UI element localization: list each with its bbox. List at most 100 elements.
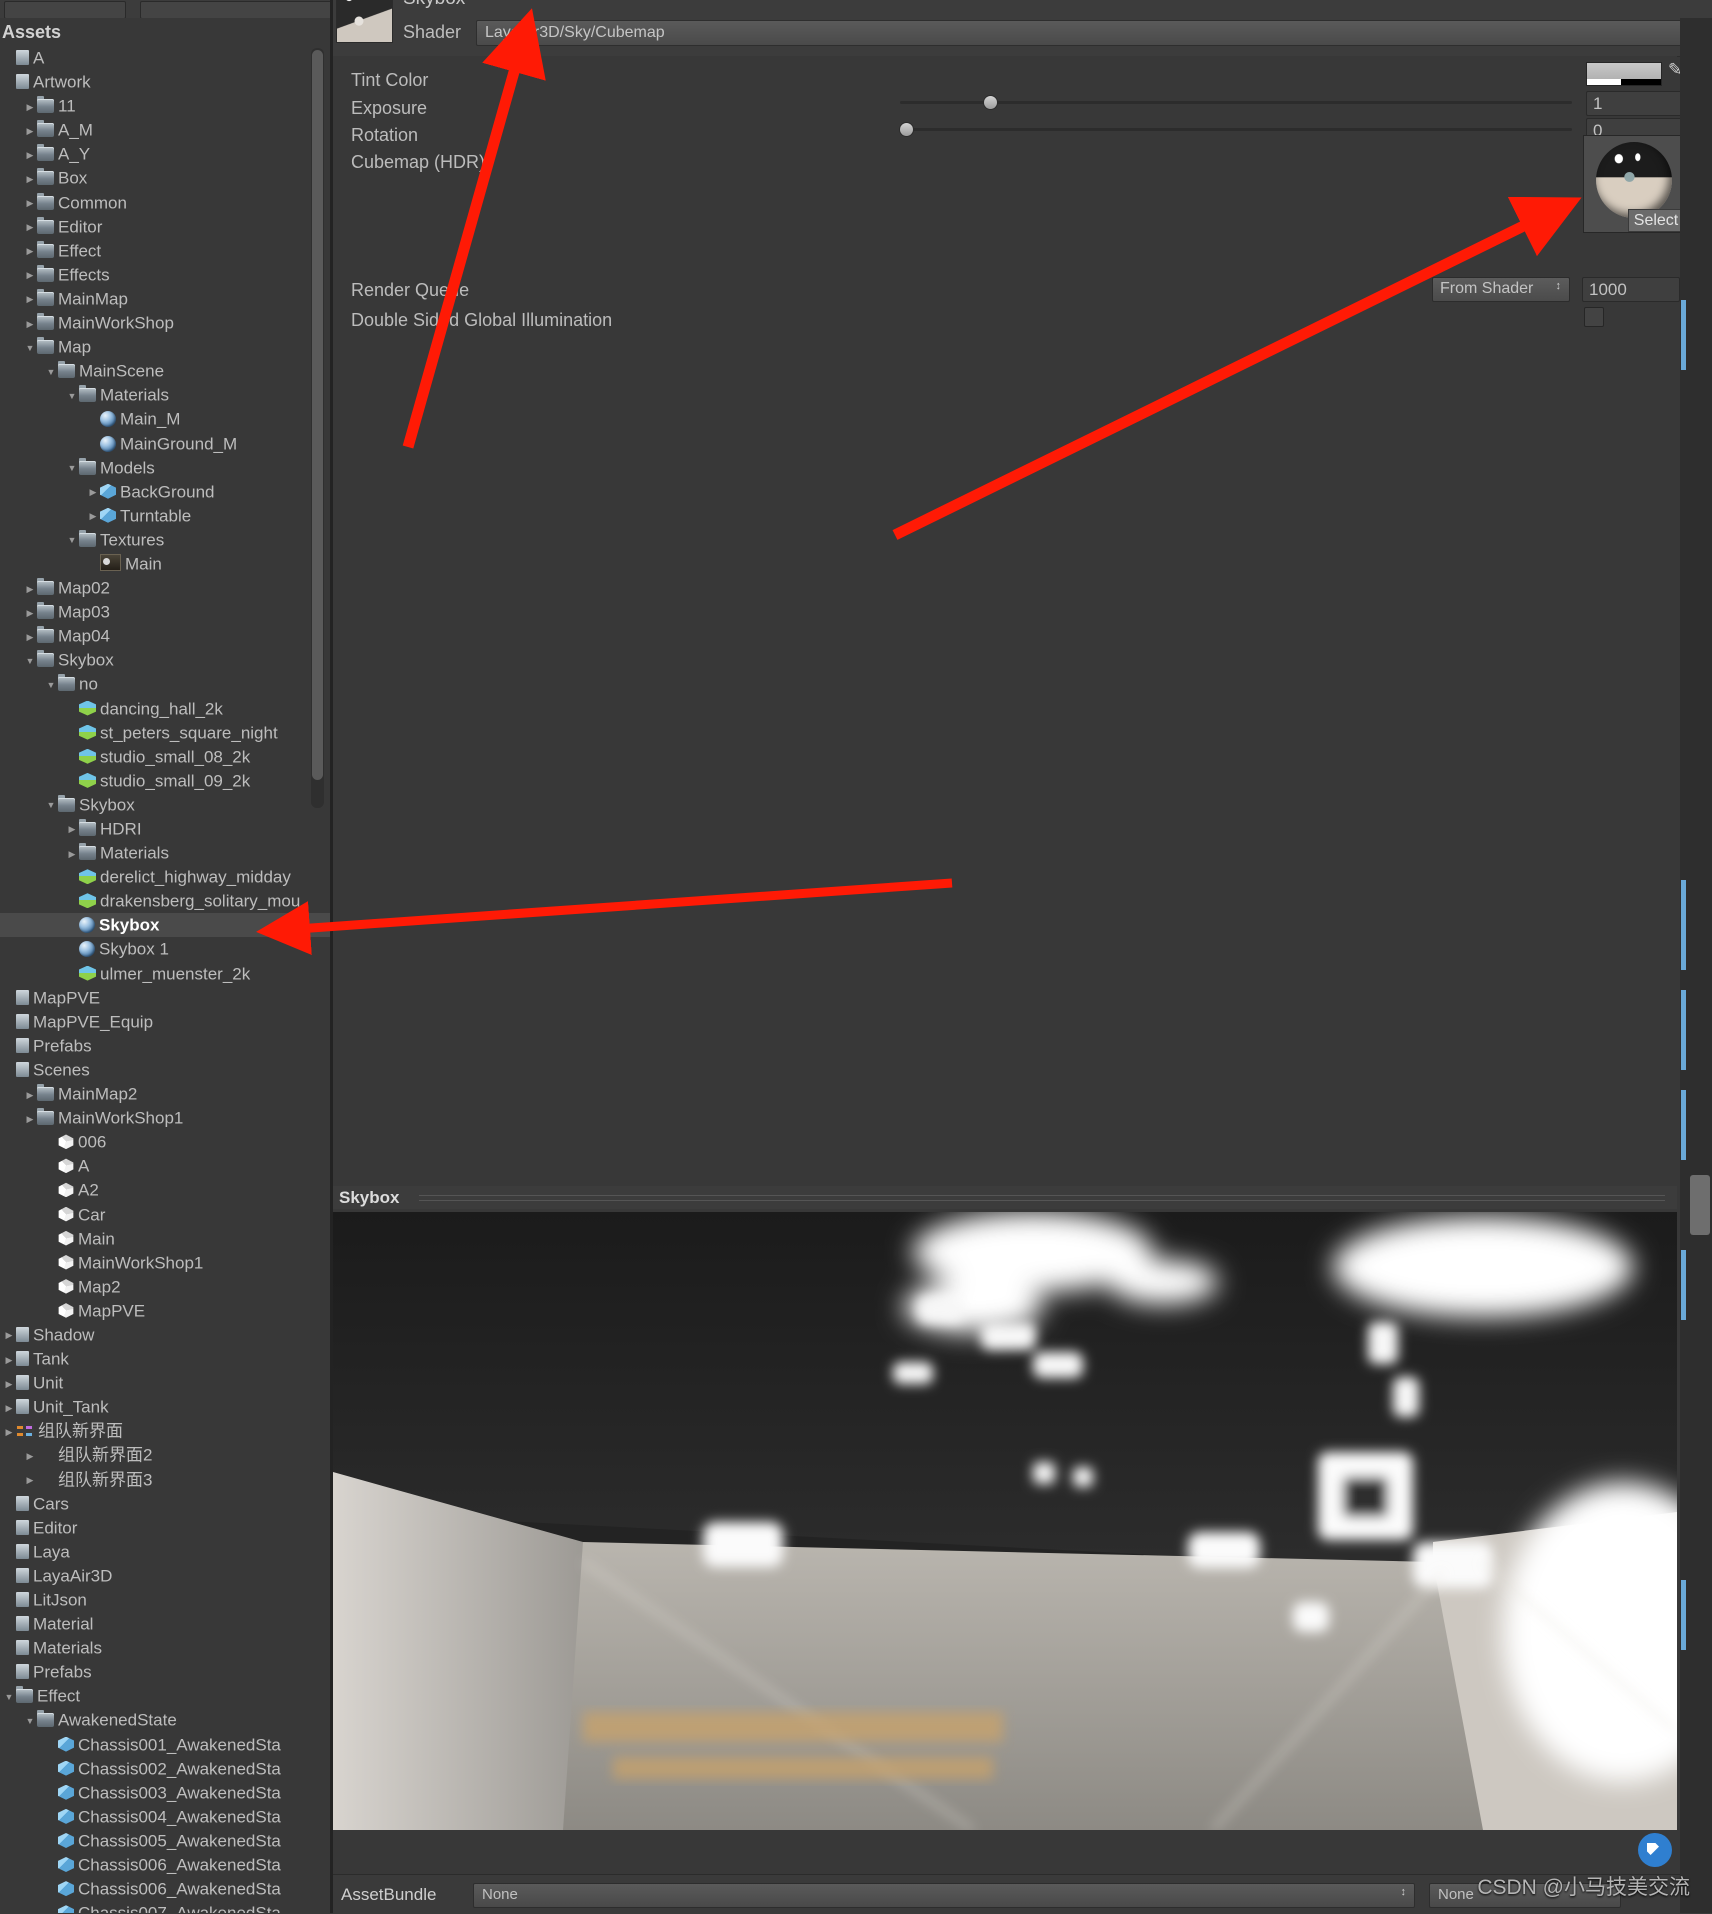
- tree-row[interactable]: ▶ MainWorkShop1: [0, 1106, 330, 1130]
- chevron-right-icon[interactable]: ▶: [2, 1348, 16, 1372]
- tree-row[interactable]: • studio_small_09_2k: [0, 769, 330, 793]
- tree-row[interactable]: • Scenes: [0, 1058, 330, 1082]
- chevron-right-icon[interactable]: ▶: [23, 1444, 37, 1468]
- tree-row[interactable]: ▶ A_M: [0, 118, 330, 142]
- chevron-right-icon[interactable]: ▶: [2, 1372, 16, 1396]
- tree-row[interactable]: ▶ Box: [0, 166, 330, 190]
- chevron-right-icon[interactable]: ▶: [23, 1468, 37, 1492]
- render-queue-value-field[interactable]: 1000: [1582, 277, 1680, 302]
- asset-tree[interactable]: •A•Artwork▶11▶A_M▶A_Y▶Box▶Common▶Editor▶…: [0, 46, 330, 1913]
- tree-row[interactable]: • Laya: [0, 1540, 330, 1564]
- skybox-preview-image[interactable]: [333, 1212, 1677, 1830]
- chevron-down-icon[interactable]: ▼: [44, 793, 58, 817]
- tree-row[interactable]: ▼ Textures: [0, 528, 330, 552]
- project-scrollbar[interactable]: [311, 48, 324, 808]
- chevron-right-icon[interactable]: ▶: [23, 239, 37, 263]
- tree-row[interactable]: • MapPVE: [0, 986, 330, 1010]
- chevron-right-icon[interactable]: ▶: [65, 817, 79, 841]
- chevron-right-icon[interactable]: ▶: [23, 215, 37, 239]
- tree-row[interactable]: ▶ Materials: [0, 841, 330, 865]
- chevron-right-icon[interactable]: ▶: [23, 1083, 37, 1107]
- tree-row[interactable]: •A: [0, 1154, 330, 1178]
- tree-row[interactable]: ▶ BackGround: [0, 480, 330, 504]
- chevron-right-icon[interactable]: ▶: [23, 312, 37, 336]
- tree-row[interactable]: • MapPVE_Equip: [0, 1010, 330, 1034]
- chevron-right-icon[interactable]: ▶: [23, 191, 37, 215]
- tree-row[interactable]: ▶ Editor: [0, 215, 330, 239]
- tree-row[interactable]: • Prefabs: [0, 1034, 330, 1058]
- tree-row[interactable]: ▶ A_Y: [0, 142, 330, 166]
- chevron-right-icon[interactable]: ▶: [86, 504, 100, 528]
- chevron-right-icon[interactable]: ▶: [23, 263, 37, 287]
- tree-row[interactable]: ▶ MainMap2: [0, 1082, 330, 1106]
- tree-row[interactable]: • drakensberg_solitary_mou: [0, 889, 330, 913]
- tree-row[interactable]: • Chassis007_AwakenedSta: [0, 1901, 330, 1913]
- tree-row[interactable]: • Map2: [0, 1275, 330, 1299]
- toolbar-left-box[interactable]: [4, 1, 126, 19]
- shader-dropdown[interactable]: LayaAir3D/Sky/Cubemap: [476, 20, 1704, 46]
- tree-row[interactable]: ▼ Map: [0, 335, 330, 359]
- tree-row[interactable]: ▼ Materials: [0, 383, 330, 407]
- tree-row[interactable]: ▼ Effect: [0, 1684, 330, 1708]
- assetbundle-dropdown[interactable]: None ↕: [473, 1883, 1415, 1908]
- tree-row[interactable]: • 006: [0, 1130, 330, 1154]
- tree-row[interactable]: • Main: [0, 552, 330, 576]
- exposure-slider-handle[interactable]: [984, 96, 997, 109]
- tree-row[interactable]: • Chassis006_AwakenedSta: [0, 1877, 330, 1901]
- chevron-down-icon[interactable]: ▼: [44, 360, 58, 384]
- tree-row[interactable]: • Chassis005_AwakenedSta: [0, 1829, 330, 1853]
- tree-row[interactable]: • Chassis004_AwakenedSta: [0, 1805, 330, 1829]
- tree-row[interactable]: • Car: [0, 1203, 330, 1227]
- tree-row[interactable]: ▼ Models: [0, 456, 330, 480]
- tree-row[interactable]: • Prefabs: [0, 1660, 330, 1684]
- tree-row[interactable]: ▶ MainWorkShop: [0, 311, 330, 335]
- tint-color-swatch[interactable]: [1586, 62, 1662, 86]
- tree-row[interactable]: • LayaAir3D: [0, 1564, 330, 1588]
- tree-row[interactable]: ▶ Map04: [0, 624, 330, 648]
- tree-row[interactable]: • studio_small_08_2k: [0, 745, 330, 769]
- tree-row[interactable]: ▶ Effects: [0, 263, 330, 287]
- tree-row[interactable]: ▶ Common: [0, 191, 330, 215]
- tree-row[interactable]: ▶ Shadow: [0, 1323, 330, 1347]
- tree-row[interactable]: • dancing_hall_2k: [0, 697, 330, 721]
- chevron-right-icon[interactable]: ▶: [23, 601, 37, 625]
- chevron-right-icon[interactable]: ▶: [23, 1107, 37, 1131]
- tree-row[interactable]: • Chassis006_AwakenedSta: [0, 1853, 330, 1877]
- tree-row[interactable]: • MainWorkShop1: [0, 1251, 330, 1275]
- tree-row[interactable]: ▶ 组队新界面3: [0, 1468, 330, 1492]
- tree-row[interactable]: • Main: [0, 1227, 330, 1251]
- tree-row[interactable]: • MainGround_M: [0, 432, 330, 456]
- tree-row[interactable]: ▶ Unit: [0, 1371, 330, 1395]
- tree-row[interactable]: • Materials: [0, 1636, 330, 1660]
- tree-row[interactable]: • st_peters_square_night: [0, 721, 330, 745]
- tree-row[interactable]: ▶ Unit_Tank: [0, 1395, 330, 1419]
- tree-row[interactable]: • ulmer_muenster_2k: [0, 962, 330, 986]
- tree-row[interactable]: ▶ MainMap: [0, 287, 330, 311]
- chevron-right-icon[interactable]: ▶: [23, 167, 37, 191]
- tree-row[interactable]: • Cars: [0, 1492, 330, 1516]
- exposure-value-field[interactable]: 1: [1586, 91, 1684, 116]
- tree-row[interactable]: • Editor: [0, 1516, 330, 1540]
- tree-row[interactable]: ▶ 11: [0, 94, 330, 118]
- rotation-slider[interactable]: [900, 123, 1572, 136]
- chevron-right-icon[interactable]: ▶: [23, 119, 37, 143]
- tree-row[interactable]: • Material: [0, 1612, 330, 1636]
- chevron-right-icon[interactable]: ▶: [2, 1323, 16, 1347]
- tree-row[interactable]: ▼ AwakenedState: [0, 1708, 330, 1732]
- cubemap-select-button[interactable]: Select: [1628, 209, 1684, 232]
- tree-row[interactable]: • Chassis001_AwakenedSta: [0, 1733, 330, 1757]
- chevron-down-icon[interactable]: ▼: [23, 336, 37, 360]
- tree-row[interactable]: ▼ Skybox: [0, 793, 330, 817]
- tree-row[interactable]: • Chassis002_AwakenedSta: [0, 1757, 330, 1781]
- tree-row[interactable]: • Artwork: [0, 70, 330, 94]
- chevron-right-icon[interactable]: ▶: [65, 842, 79, 866]
- render-queue-dropdown[interactable]: From Shader ↕: [1432, 277, 1570, 302]
- tree-row[interactable]: • A2: [0, 1178, 330, 1202]
- chevron-down-icon[interactable]: ▼: [65, 384, 79, 408]
- tree-row[interactable]: ▶ Map02: [0, 576, 330, 600]
- chevron-right-icon[interactable]: ▶: [23, 625, 37, 649]
- tree-row[interactable]: •A: [0, 46, 330, 70]
- chevron-down-icon[interactable]: ▼: [23, 1709, 37, 1733]
- tree-row[interactable]: • MapPVE: [0, 1299, 330, 1323]
- tree-row[interactable]: • derelict_highway_midday: [0, 865, 330, 889]
